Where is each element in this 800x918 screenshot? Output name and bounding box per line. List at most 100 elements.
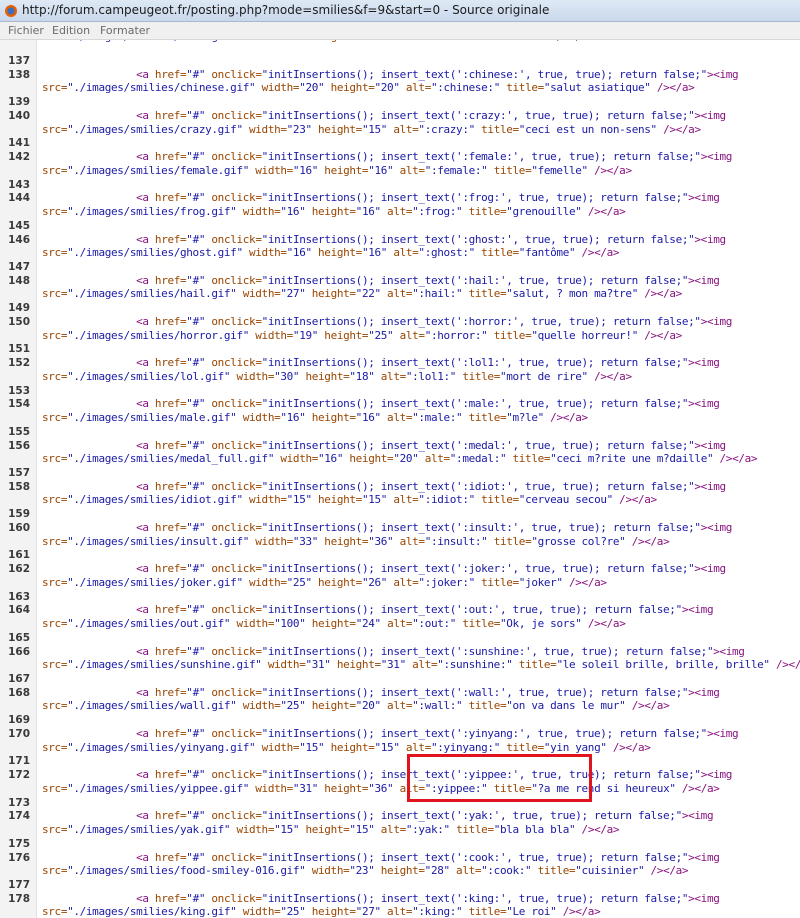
line-number: 165 [8,631,30,644]
line-number: 144 [8,192,30,205]
source-line: 158 <a href="#" onclick="initInsertions(… [0,480,800,494]
line-number: 149 [8,302,30,315]
line-number: 148 [8,274,30,287]
source-line: 163 [0,590,800,604]
code-text: <a href="#" onclick="initInsertions(); i… [136,562,726,576]
line-number: 162 [8,563,30,576]
source-line: src="./images/smilies/ghost.gif" width="… [0,246,800,260]
source-line: 138 <a href="#" onclick="initInsertions(… [0,68,800,82]
source-line: 148 <a href="#" onclick="initInsertions(… [0,274,800,288]
source-line: src="./images/smilies/frog.gif" width="1… [0,205,800,219]
menu-formater[interactable]: Formater [100,24,150,37]
code-text: <a href="#" onclick="initInsertions(); i… [136,726,739,740]
line-number: 168 [8,686,30,699]
source-line: 143 [0,178,800,192]
line-number: 137 [8,55,30,67]
source-line: 156 <a href="#" onclick="initInsertions(… [0,439,800,453]
line-number: 138 [8,68,30,81]
source-line: 178 <a href="#" onclick="initInsertions(… [0,892,800,906]
source-line: 142 <a href="#" onclick="initInsertions(… [0,150,800,164]
code-text: src="./images/smilies/yippee.gif" width=… [42,781,720,795]
code-text: src="./images/smilies/idiot.gif" width="… [42,493,657,507]
source-line: 141 [0,136,800,150]
line-number: 160 [8,521,30,534]
highlight-box [407,754,592,802]
source-line: 169 [0,713,800,727]
line-number: 173 [8,796,30,809]
source-line: src="./images/smilies/horror.gif" width=… [0,329,800,343]
code-text: <a href="#" onclick="initInsertions(); i… [136,520,733,534]
source-line: 175 [0,837,800,851]
code-text: <a href="#" onclick="initInsertions(); i… [136,397,720,411]
source-line: src="./images/smilies/king.gif" width="2… [0,905,800,918]
source-line: src="./images/smilies/yinyang.gif" width… [0,741,800,755]
source-line: 173 [0,796,800,810]
source-line: 150 <a href="#" onclick="initInsertions(… [0,315,800,329]
source-line: 164 <a href="#" onclick="initInsertions(… [0,603,800,617]
code-text: <a href="#" onclick="initInsertions(); i… [136,273,720,287]
code-text: src="./images/smilies/lol.gif" width="30… [42,369,632,383]
code-text: <a href="#" onclick="initInsertions(); i… [136,108,726,122]
code-text: <a href="#" onclick="initInsertions(); i… [136,356,720,370]
code-text: <a href="#" onclick="initInsertions(); i… [136,150,733,164]
source-line: 168 <a href="#" onclick="initInsertions(… [0,686,800,700]
line-number: 175 [8,837,30,850]
line-number: 159 [8,508,30,521]
source-line: 176 <a href="#" onclick="initInsertions(… [0,851,800,865]
line-number: 169 [8,714,30,727]
line-number: 152 [8,357,30,370]
source-line: 167 [0,672,800,686]
line-number: 143 [8,178,30,191]
line-number: 146 [8,233,30,246]
code-text: <a href="#" onclick="initInsertions(); i… [136,809,714,823]
source-line: src="./images/smilies/out.gif" width="10… [0,617,800,631]
code-text: src="./images/smilies/male.gif" width="1… [42,411,588,424]
source-line: 162 <a href="#" onclick="initInsertions(… [0,562,800,576]
code-text: src="./images/smilies/frog.gif" width="1… [42,205,626,218]
source-view[interactable]: src="./images/smilies/bomb.gif" width="1… [0,40,800,918]
source-line: 161 [0,548,800,562]
line-number: 151 [8,343,30,356]
line-number: 161 [8,549,30,562]
code-text: <a href="#" onclick="initInsertions(); i… [136,850,720,864]
source-line: src="./images/smilies/chinese.gif" width… [0,81,800,95]
code-text: src="./images/smilies/chinese.gif" width… [42,81,695,95]
code-text: <a href="#" onclick="initInsertions(); i… [136,438,726,452]
source-line: 140 <a href="#" onclick="initInsertions(… [0,109,800,123]
source-line: 137 [0,54,800,68]
source-line: 155 [0,425,800,439]
code-text: <a href="#" onclick="initInsertions(); i… [136,891,720,905]
source-line: 144 <a href="#" onclick="initInsertions(… [0,191,800,205]
code-text: <a href="#" onclick="initInsertions(); i… [136,603,714,617]
source-line: src="./images/smilies/medal_full.gif" wi… [0,452,800,466]
line-number: 163 [8,590,30,603]
menu-fichier[interactable]: Fichier [8,24,44,37]
code-text: src="./images/smilies/king.gif" width="2… [42,905,601,918]
source-line: src="./images/smilies/crazy.gif" width="… [0,123,800,137]
source-line: 174 <a href="#" onclick="initInsertions(… [0,809,800,823]
line-number: 157 [8,467,30,479]
line-number: 174 [8,810,30,823]
source-line: 177 [0,878,800,892]
code-text: src="./images/smilies/female.gif" width=… [42,163,632,177]
line-number: 176 [8,851,30,864]
line-number: 166 [8,645,30,658]
line-number: 150 [8,315,30,328]
line-number: 156 [8,439,30,452]
code-text: src="./images/smilies/out.gif" width="10… [42,617,626,630]
source-line: 145 [0,219,800,233]
source-line: 149 [0,301,800,315]
source-line: src="./images/smilies/female.gif" width=… [0,164,800,178]
line-number: 155 [8,425,30,438]
line-number: 147 [8,261,30,273]
source-line: src="./images/smilies/bomb.gif" width="1… [0,40,800,44]
code-text: <a href="#" onclick="initInsertions(); i… [136,314,733,328]
source-line: 159 [0,507,800,521]
line-number: 154 [8,398,30,411]
line-number: 140 [8,109,30,122]
menu-edition[interactable]: Edition [52,24,90,37]
code-text: src="./images/smilies/joker.gif" width="… [42,575,607,589]
source-line: 160 <a href="#" onclick="initInsertions(… [0,521,800,535]
source-line: src="./images/smilies/wall.gif" width="2… [0,699,800,713]
source-line: 151 [0,342,800,356]
